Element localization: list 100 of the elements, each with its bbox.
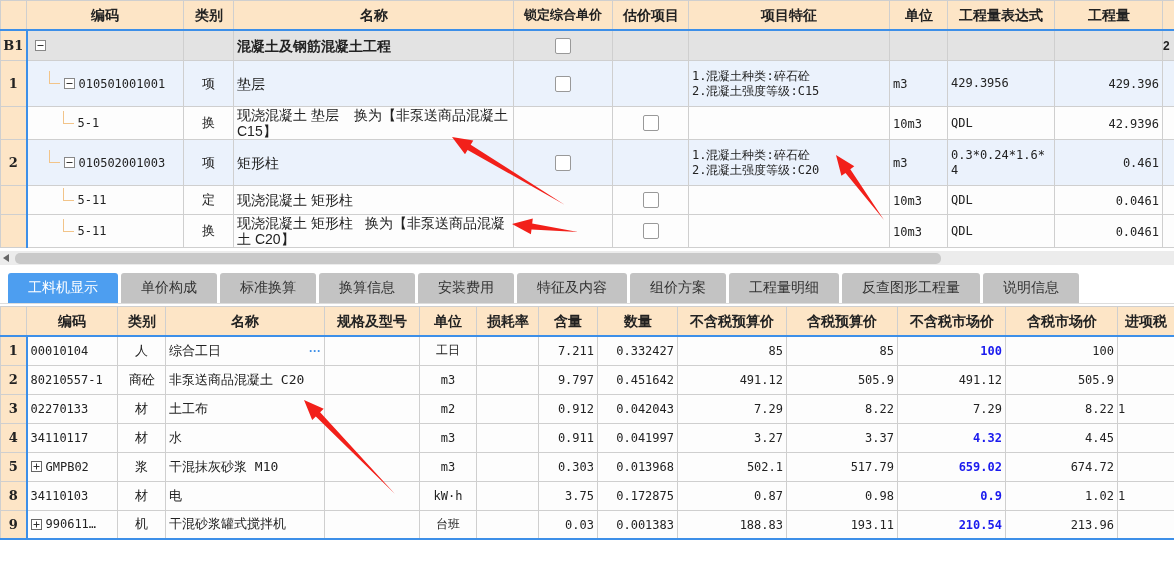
tab[interactable]: 反查图形工程量 bbox=[842, 273, 980, 303]
row-number: 2 bbox=[0, 365, 27, 394]
tax-rate-text: 1 bbox=[1118, 489, 1126, 503]
column-header: 估价项目 bbox=[612, 0, 689, 30]
price-text: 502.1 bbox=[746, 460, 783, 474]
tax-rate-text: 1 bbox=[1118, 402, 1126, 416]
column-header: 工程量表达式 bbox=[947, 0, 1055, 30]
code-text: 34110117 bbox=[30, 430, 89, 445]
tab[interactable]: 特征及内容 bbox=[517, 273, 627, 303]
type-text: 定 bbox=[202, 192, 215, 207]
checkbox[interactable] bbox=[642, 192, 659, 209]
type-text: 人 bbox=[135, 342, 148, 358]
collapse-icon[interactable] bbox=[34, 40, 46, 51]
price-text: 0.9 bbox=[980, 489, 1002, 503]
expression-text: QDL bbox=[951, 192, 974, 208]
tree-line bbox=[62, 110, 74, 124]
checkbox[interactable] bbox=[555, 75, 571, 92]
column-header: 锁定综合单价 bbox=[513, 0, 613, 30]
quantity-text: 429.396 bbox=[1108, 77, 1159, 91]
left-arrow-icon[interactable] bbox=[3, 254, 9, 262]
price-text: 8.22 bbox=[865, 402, 894, 416]
collapse-icon[interactable] bbox=[63, 157, 75, 168]
amount-text: 0.332427 bbox=[616, 344, 674, 359]
amount-text: 0.001383 bbox=[616, 517, 674, 532]
type-text: 换 bbox=[202, 223, 215, 238]
tab[interactable]: 换算信息 bbox=[319, 273, 415, 303]
price-text: 0.87 bbox=[754, 489, 783, 503]
row-number: B1 bbox=[3, 38, 24, 53]
amount-text: 0.013968 bbox=[616, 460, 674, 474]
unit-text: m3 bbox=[440, 431, 456, 445]
horizontal-scrollbar[interactable] bbox=[0, 251, 1174, 265]
code-text: 990611… bbox=[45, 517, 97, 532]
tab[interactable]: 安装费用 bbox=[418, 273, 514, 303]
type-text: 浆 bbox=[135, 458, 148, 474]
column-header: 不含税市场价 bbox=[897, 306, 1006, 336]
tree-line bbox=[48, 71, 60, 84]
tree-line bbox=[62, 187, 74, 201]
amount-text: 0.042043 bbox=[616, 402, 674, 416]
name-text: 干混抹灰砂浆 M10 bbox=[169, 457, 279, 476]
tab[interactable]: 标准换算 bbox=[220, 273, 316, 303]
annotation-arrow bbox=[512, 218, 578, 235]
quantity-text: 42.9396 bbox=[1108, 116, 1159, 131]
price-text: 0.98 bbox=[865, 489, 894, 503]
quantity-text: 0.0461 bbox=[1115, 193, 1159, 208]
name-text: 干混砂浆罐式搅拌机 bbox=[169, 515, 286, 534]
price-text: 4.32 bbox=[973, 431, 1002, 445]
type-text: 机 bbox=[135, 516, 148, 532]
price-text: 85 bbox=[768, 344, 783, 359]
column-header: 名称 bbox=[233, 0, 514, 30]
column-header: 单位 bbox=[419, 306, 477, 336]
column-header: 损耗率 bbox=[476, 306, 539, 336]
checkbox[interactable] bbox=[642, 115, 659, 132]
price-text: 505.9 bbox=[857, 373, 894, 387]
cell-text: 2 bbox=[1163, 38, 1170, 53]
row-number: 1 bbox=[8, 76, 18, 91]
type-text: 换 bbox=[202, 115, 215, 130]
expand-icon[interactable] bbox=[30, 461, 42, 472]
tab[interactable]: 说明信息 bbox=[983, 273, 1079, 303]
price-text: 4.45 bbox=[1085, 431, 1114, 445]
code-text: 80210557-1 bbox=[30, 372, 103, 387]
name-text: 现浇混凝土 矩形柱 换为【非泵送商品混凝土 C20】 bbox=[237, 215, 506, 247]
amount-text: 0.041997 bbox=[616, 431, 674, 445]
content-text: 3.75 bbox=[565, 489, 594, 503]
unit-text: m3 bbox=[893, 156, 908, 170]
code-text: 5-1 bbox=[77, 116, 100, 130]
unit-text: 10m3 bbox=[893, 116, 922, 131]
checkbox[interactable] bbox=[642, 223, 659, 240]
content-text: 0.912 bbox=[557, 402, 594, 416]
column-header: 数量 bbox=[597, 306, 678, 336]
price-text: 491.12 bbox=[739, 373, 783, 387]
tab[interactable]: 单价构成 bbox=[121, 273, 217, 303]
price-text: 517.79 bbox=[850, 460, 894, 474]
tab[interactable]: 工程量明细 bbox=[729, 273, 839, 303]
checkbox[interactable] bbox=[555, 37, 571, 54]
checkbox[interactable] bbox=[555, 154, 571, 171]
column-header: 含税市场价 bbox=[1005, 306, 1118, 336]
code-text: 5-11 bbox=[77, 224, 107, 238]
type-text: 材 bbox=[135, 487, 148, 503]
scrollbar-thumb[interactable] bbox=[15, 252, 941, 264]
type-text: 材 bbox=[135, 400, 148, 416]
code-text: GMPB02 bbox=[45, 459, 89, 474]
unit-text: 10m3 bbox=[893, 193, 922, 208]
price-text: 491.12 bbox=[958, 373, 1002, 387]
type-text: 项 bbox=[202, 154, 215, 170]
code-text: 010502001003 bbox=[78, 155, 166, 170]
annotation-arrow bbox=[836, 155, 884, 220]
column-header: 名称 bbox=[165, 306, 325, 336]
column-header: 工程量 bbox=[1054, 0, 1163, 30]
feature-text: 1.混凝土种类:碎石砼 2.混凝土强度等级:C20 bbox=[692, 147, 821, 178]
row-number: 3 bbox=[0, 394, 27, 423]
column-header: 含量 bbox=[538, 306, 598, 336]
column-header: 进项税 bbox=[1117, 306, 1174, 336]
content-text: 0.911 bbox=[557, 431, 594, 445]
tree-line bbox=[62, 218, 74, 232]
expression-text: 429.3956 bbox=[951, 76, 1010, 91]
row-number: 2 bbox=[8, 155, 18, 170]
column-header: 项目特征 bbox=[688, 0, 890, 30]
expand-icon[interactable] bbox=[30, 518, 42, 530]
tab[interactable]: 组价方案 bbox=[630, 273, 726, 303]
collapse-icon[interactable] bbox=[63, 78, 75, 89]
